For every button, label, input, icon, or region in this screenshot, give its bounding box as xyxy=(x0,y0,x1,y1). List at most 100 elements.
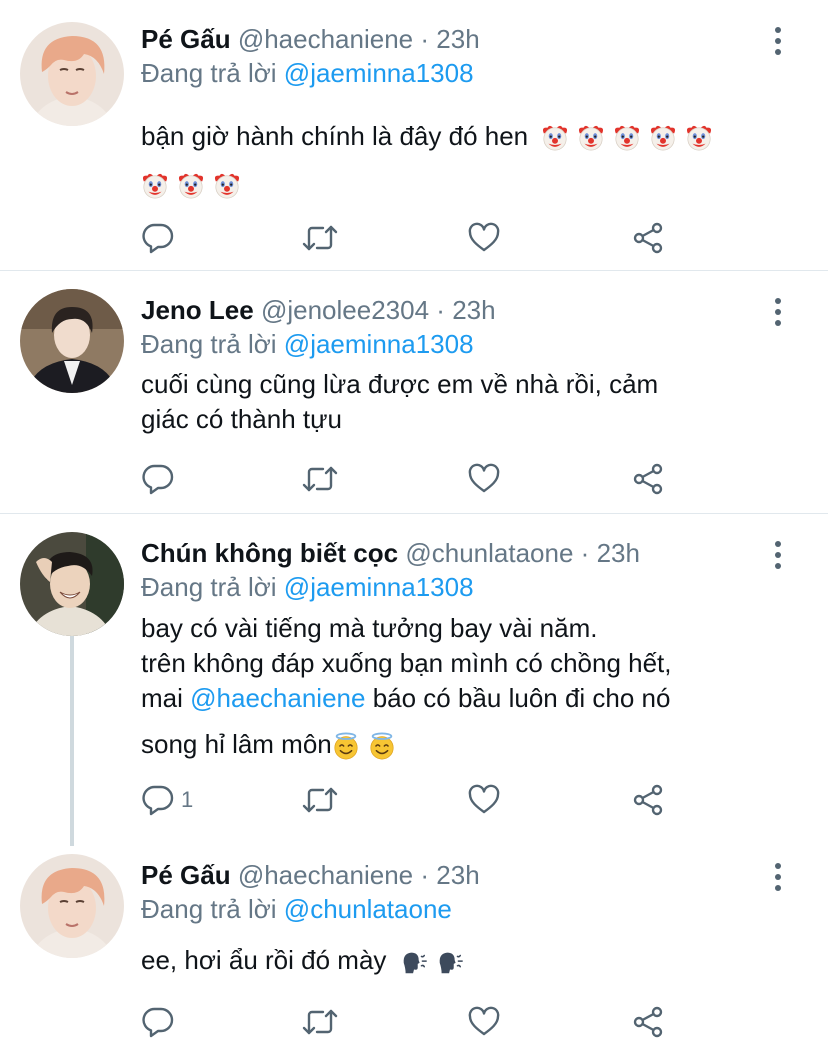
retweet-icon xyxy=(301,1005,339,1039)
tweet-actions xyxy=(141,1002,681,1042)
smiling-face-with-halo-icon xyxy=(332,732,360,760)
like-button[interactable] xyxy=(467,218,501,258)
display-name[interactable]: Jeno Lee xyxy=(141,295,254,325)
display-name[interactable]: Pé Gấu xyxy=(141,860,231,890)
replying-to-mention[interactable]: @jaeminna1308 xyxy=(284,58,474,88)
avatar[interactable] xyxy=(20,22,124,126)
avatar[interactable] xyxy=(20,854,124,958)
avatar[interactable] xyxy=(20,532,124,636)
tweet[interactable]: Pé Gấu @haechaniene · 23h Đang trả lời @… xyxy=(0,836,828,1052)
separator-dot: · xyxy=(420,24,430,54)
tweet-text-line: bay có vài tiếng mà tưởng bay vài năm. xyxy=(141,613,598,643)
tweet-actions xyxy=(141,459,681,499)
clown-face-icon xyxy=(177,172,205,200)
replying-to-mention[interactable]: @chunlataone xyxy=(284,894,452,924)
share-button[interactable] xyxy=(631,459,665,499)
replying-to-label: Đang trả lời xyxy=(141,329,277,359)
user-handle[interactable]: @haechaniene xyxy=(238,24,413,54)
retweet-icon xyxy=(301,462,339,496)
more-icon[interactable] xyxy=(772,862,784,892)
tweet-header: Chún không biết cọc @chunlataone · 23h xyxy=(141,536,640,570)
timestamp[interactable]: 23h xyxy=(452,295,495,325)
tweet[interactable]: Chún không biết cọc @chunlataone · 23h Đ… xyxy=(0,514,828,832)
clown-face-icon xyxy=(685,124,713,152)
retweet-icon xyxy=(301,783,339,817)
clown-face-icon xyxy=(613,124,641,152)
reply-button[interactable] xyxy=(141,218,181,258)
tweet[interactable]: Pé Gấu @haechaniene · 23h Đang trả lời @… xyxy=(0,0,828,270)
share-button[interactable] xyxy=(631,218,665,258)
replying-to-mention[interactable]: @jaeminna1308 xyxy=(284,572,474,602)
like-button[interactable] xyxy=(467,1002,501,1042)
share-icon xyxy=(631,783,665,817)
smiling-face-with-halo-icon xyxy=(368,732,396,760)
retweet-button[interactable] xyxy=(301,459,339,499)
reply-button[interactable] xyxy=(141,459,181,499)
share-button[interactable] xyxy=(631,780,665,820)
tweet-text-line: trên không đáp xuống bạn mình có chồng h… xyxy=(141,648,672,678)
tweet-text-line: cuối cùng cũng lừa được em về nhà rồi, c… xyxy=(141,369,659,399)
tweet-actions: 1 xyxy=(141,780,681,820)
reply-icon xyxy=(141,221,175,255)
avatar-image xyxy=(20,532,124,636)
more-icon[interactable] xyxy=(772,297,784,327)
replying-to: Đang trả lời @jaeminna1308 xyxy=(141,570,474,604)
more-icon[interactable] xyxy=(772,540,784,570)
timestamp[interactable]: 23h xyxy=(436,24,479,54)
retweet-icon xyxy=(301,221,339,255)
avatar-image xyxy=(20,22,124,126)
user-handle[interactable]: @jenolee2304 xyxy=(261,295,429,325)
share-icon xyxy=(631,462,665,496)
retweet-button[interactable] xyxy=(301,218,339,258)
tweet-text: ee, hơi ẩu rồi đó mày xyxy=(141,942,472,978)
display-name[interactable]: Pé Gấu xyxy=(141,24,231,54)
replying-to-mention[interactable]: @jaeminna1308 xyxy=(284,329,474,359)
tweet-header: Pé Gấu @haechaniene · 23h xyxy=(141,858,480,892)
separator-dot: · xyxy=(436,295,445,325)
tweet[interactable]: Jeno Lee @jenolee2304 · 23h Đang trả lời… xyxy=(0,271,828,513)
share-icon xyxy=(631,1005,665,1039)
retweet-button[interactable] xyxy=(301,1002,339,1042)
share-button[interactable] xyxy=(631,1002,665,1042)
replying-to: Đang trả lời @jaeminna1308 xyxy=(141,56,474,90)
timestamp[interactable]: 23h xyxy=(597,538,640,568)
tweet-text-line: song hỉ lâm môn xyxy=(141,729,332,759)
tweet-text-line: giác có thành tựu xyxy=(141,404,342,434)
display-name[interactable]: Chún không biết cọc xyxy=(141,538,398,568)
tweet-text-line: báo có bầu luôn đi cho nó xyxy=(372,683,671,713)
clown-face-icon xyxy=(541,124,569,152)
tweet-header: Jeno Lee @jenolee2304 · 23h xyxy=(141,293,496,327)
tweet-header: Pé Gấu @haechaniene · 23h xyxy=(141,22,480,56)
timestamp[interactable]: 23h xyxy=(436,860,479,890)
separator-dot: · xyxy=(420,860,430,890)
like-button[interactable] xyxy=(467,459,501,499)
tweet-text-line: bận giờ hành chính là đây đó hen xyxy=(141,121,529,151)
avatar[interactable] xyxy=(20,289,124,393)
user-handle[interactable]: @haechaniene xyxy=(238,860,413,890)
more-icon[interactable] xyxy=(772,26,784,56)
share-icon xyxy=(631,221,665,255)
avatar-image xyxy=(20,289,124,393)
tweet-text: cuối cùng cũng lừa được em về nhà rồi, c… xyxy=(141,367,658,437)
reply-button[interactable] xyxy=(141,1002,181,1042)
clown-face-icon xyxy=(141,172,169,200)
tweet-text: bay có vài tiếng mà tưởng bay vài năm. t… xyxy=(141,611,672,772)
inline-mention[interactable]: @haechaniene xyxy=(190,683,365,713)
replying-to-label: Đang trả lời xyxy=(141,58,277,88)
replying-to-label: Đang trả lời xyxy=(141,572,277,602)
like-icon xyxy=(467,783,501,817)
reply-count: 1 xyxy=(181,787,194,812)
reply-icon xyxy=(141,1005,175,1039)
reply-button[interactable]: 1 xyxy=(141,780,193,820)
replying-to: Đang trả lời @chunlataone xyxy=(141,892,452,926)
tweet-text-line: mai xyxy=(141,683,183,713)
clown-face-icon xyxy=(577,124,605,152)
tweet-text-line: ee, hơi ẩu rồi đó mày xyxy=(141,945,387,975)
reply-icon xyxy=(141,462,175,496)
clown-face-icon xyxy=(649,124,677,152)
avatar-image xyxy=(20,854,124,958)
replying-to: Đang trả lời @jaeminna1308 xyxy=(141,327,474,361)
like-button[interactable] xyxy=(467,780,501,820)
user-handle[interactable]: @chunlataone xyxy=(405,538,573,568)
retweet-button[interactable] xyxy=(301,780,339,820)
